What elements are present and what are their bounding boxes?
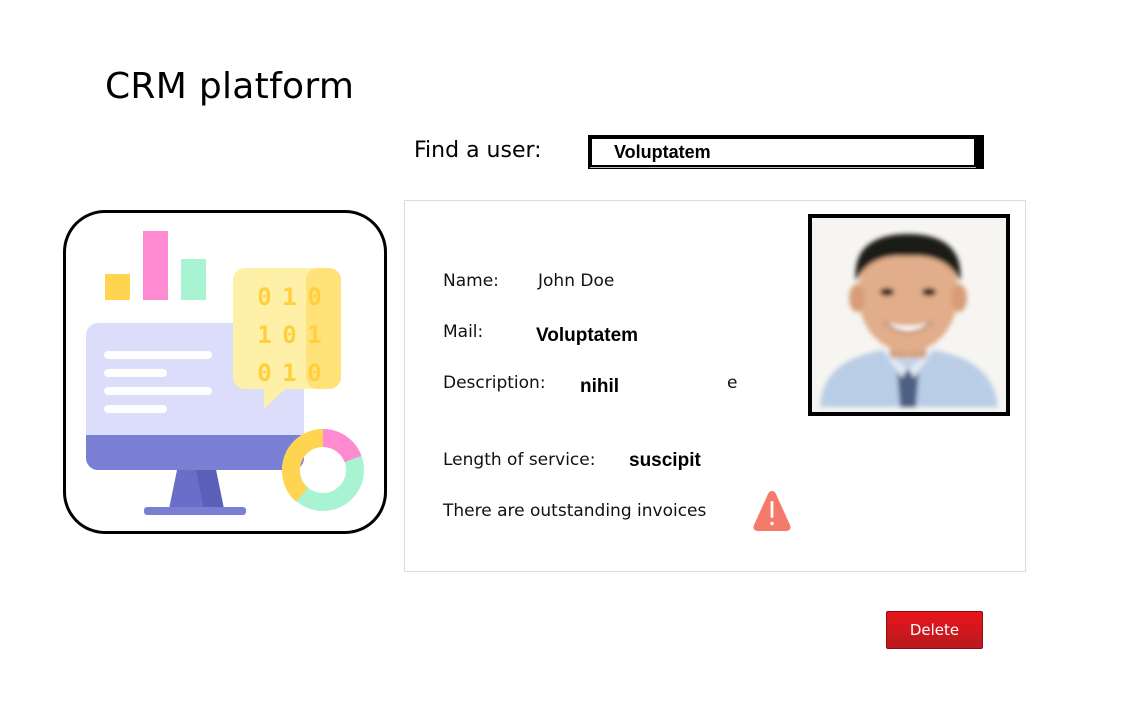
binary-digit: 1 xyxy=(282,283,297,311)
crm-dashboard-illustration: 0 1 0 1 0 1 0 1 0 xyxy=(63,210,387,534)
binary-digit: 0 xyxy=(307,359,322,387)
name-label: Name: xyxy=(443,271,499,291)
mail-value: Voluptatem xyxy=(536,325,639,346)
user-avatar-photo xyxy=(808,214,1010,416)
binary-digit: 0 xyxy=(307,283,322,311)
search-underline xyxy=(590,167,976,168)
delete-button[interactable]: Delete xyxy=(886,611,983,649)
binary-digit: 1 xyxy=(307,321,322,349)
binary-code-grid: 0 1 0 1 0 1 0 1 0 xyxy=(252,283,328,387)
invoice-warning-text: There are outstanding invoices xyxy=(443,501,707,521)
find-user-field[interactable] xyxy=(588,135,984,169)
binary-digit: 0 xyxy=(282,321,297,349)
mail-label: Mail: xyxy=(443,322,484,342)
binary-digit: 0 xyxy=(257,283,272,311)
binary-digit: 1 xyxy=(257,321,272,349)
monitor-analytics-icon xyxy=(86,231,364,515)
find-user-input[interactable] xyxy=(592,139,974,165)
description-trailing-text: e xyxy=(727,373,738,393)
service-value: suscipit xyxy=(629,450,701,471)
binary-digit: 0 xyxy=(257,359,272,387)
description-label: Description: xyxy=(443,373,546,393)
warning-triangle-icon xyxy=(753,491,791,531)
binary-digit: 1 xyxy=(282,359,297,387)
find-user-label: Find a user: xyxy=(414,138,542,163)
description-value: nihil xyxy=(580,376,620,397)
name-value: John Doe xyxy=(538,271,615,291)
user-portrait-icon xyxy=(817,223,1001,407)
page-title: CRM platform xyxy=(105,66,355,107)
service-label: Length of service: xyxy=(443,450,596,470)
